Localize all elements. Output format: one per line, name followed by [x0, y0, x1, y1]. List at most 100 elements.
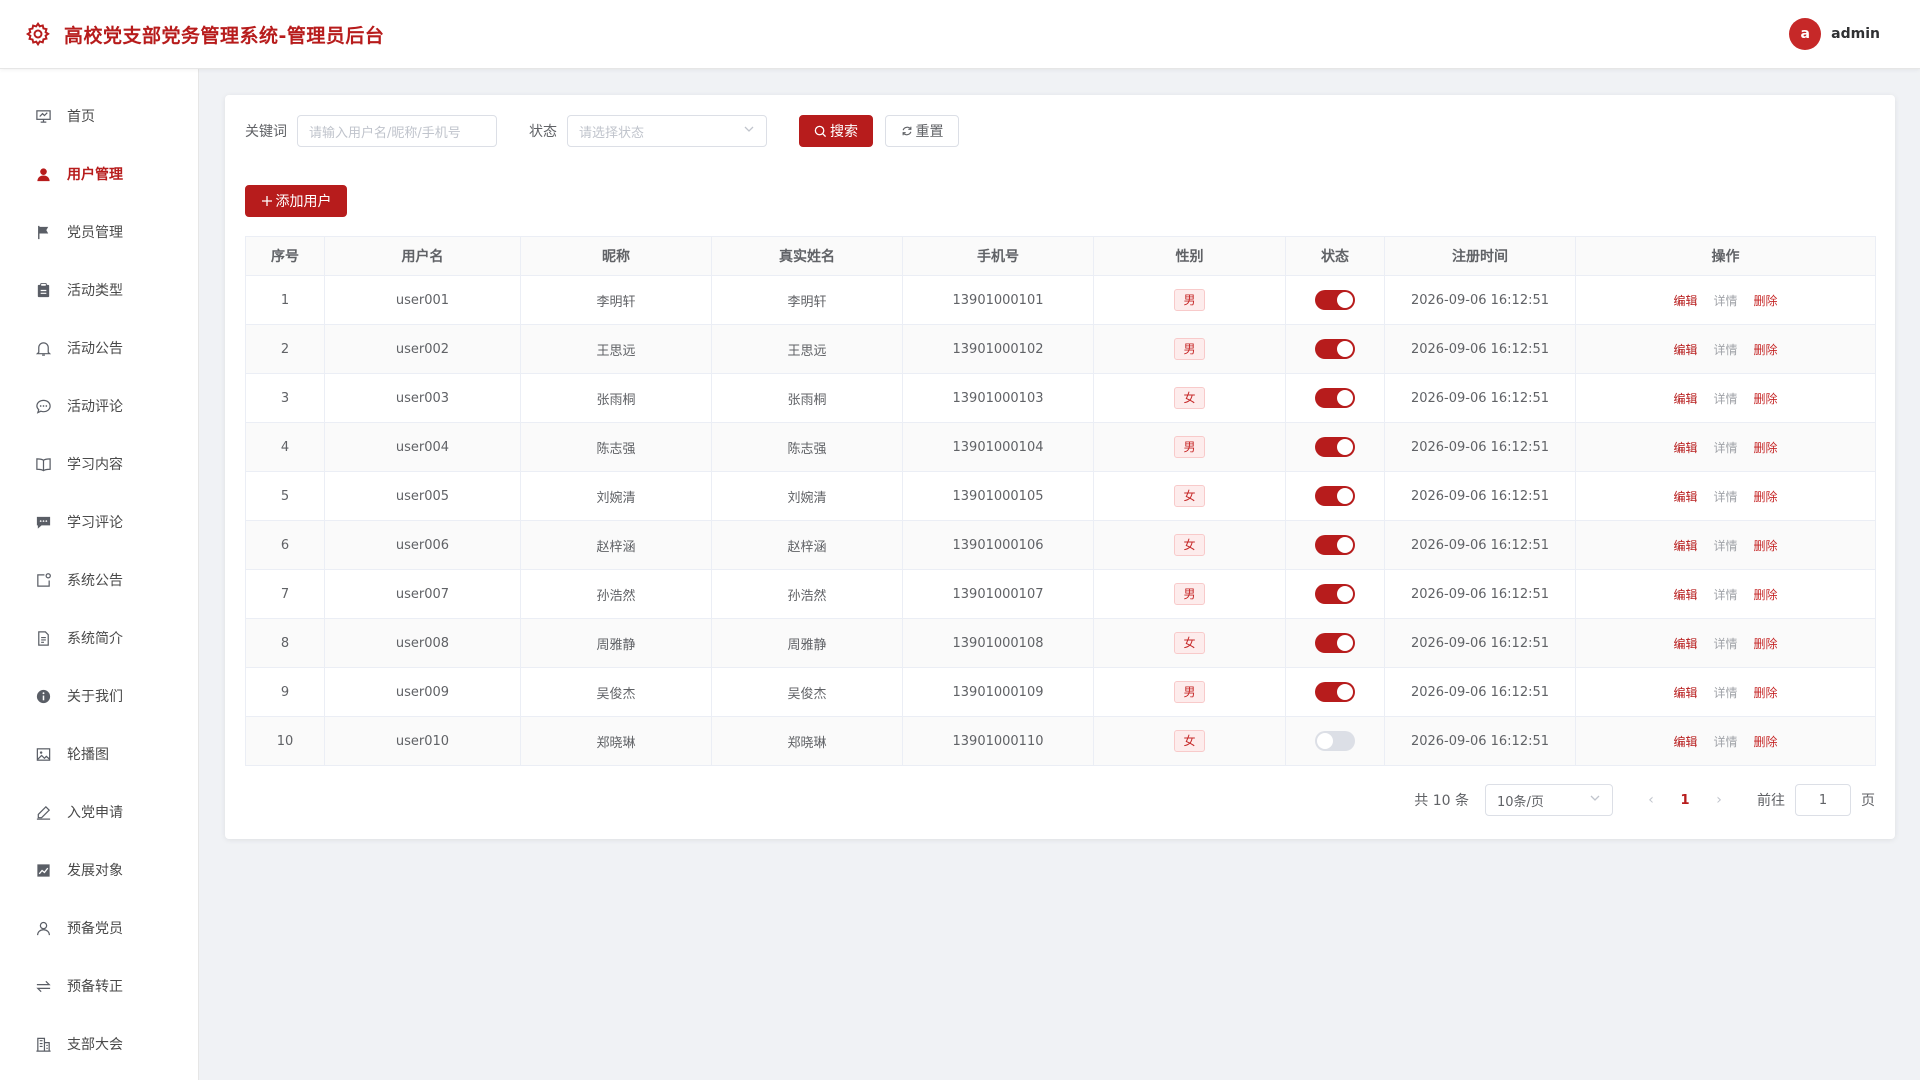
cell-actions: 编辑 详情 删除: [1575, 618, 1876, 668]
edit-button[interactable]: 编辑: [1673, 441, 1697, 455]
delete-button[interactable]: 删除: [1754, 539, 1778, 553]
sidebar-item[interactable]: 活动类型: [0, 261, 198, 319]
cell-phone: 13901000109: [902, 667, 1094, 717]
sidebar-item[interactable]: 首页: [0, 87, 198, 145]
app-title: 高校党支部党务管理系统-管理员后台: [64, 24, 385, 47]
edit-button[interactable]: 编辑: [1673, 490, 1697, 504]
sidebar-item[interactable]: 系统公告: [0, 551, 198, 609]
edit-button[interactable]: 编辑: [1673, 588, 1697, 602]
sidebar-item[interactable]: 党员管理: [0, 203, 198, 261]
detail-button[interactable]: 详情: [1713, 441, 1737, 455]
chevron-down-icon: [743, 123, 755, 139]
cell-status: [1285, 373, 1385, 423]
page-number-current[interactable]: 1: [1671, 793, 1699, 808]
sidebar-item[interactable]: 预备转正: [0, 957, 198, 1015]
edit-button[interactable]: 编辑: [1673, 735, 1697, 749]
status-select[interactable]: 请选择状态: [567, 115, 767, 147]
delete-button[interactable]: 删除: [1754, 637, 1778, 651]
book-icon: [34, 455, 52, 473]
delete-button[interactable]: 删除: [1754, 392, 1778, 406]
delete-button[interactable]: 删除: [1754, 294, 1778, 308]
cell-status: [1285, 716, 1385, 766]
column-header: 手机号: [902, 236, 1094, 276]
edit-button[interactable]: 编辑: [1673, 637, 1697, 651]
sidebar-item[interactable]: 学习评论: [0, 493, 198, 551]
delete-button[interactable]: 删除: [1754, 735, 1778, 749]
cell-nickname: 刘婉清: [520, 471, 712, 521]
status-toggle[interactable]: [1315, 486, 1355, 506]
sidebar-item[interactable]: 轮播图: [0, 725, 198, 783]
cell-nickname: 李明轩: [520, 275, 712, 325]
status-toggle[interactable]: [1315, 290, 1355, 310]
delete-button[interactable]: 删除: [1754, 441, 1778, 455]
status-toggle[interactable]: [1315, 339, 1355, 359]
detail-button[interactable]: 详情: [1713, 343, 1737, 357]
cell-username: user004: [324, 422, 521, 472]
status-toggle[interactable]: [1315, 584, 1355, 604]
detail-button[interactable]: 详情: [1713, 392, 1737, 406]
sidebar-item[interactable]: 用户管理: [0, 145, 198, 203]
sidebar-item-label: 轮播图: [67, 747, 109, 763]
edit-button[interactable]: 编辑: [1673, 392, 1697, 406]
edit-button[interactable]: 编辑: [1673, 294, 1697, 308]
edit-button[interactable]: 编辑: [1673, 539, 1697, 553]
table-row: 8 user008 周雅静 周雅静 13901000108 女 2026-09-06 16:…: [245, 618, 1876, 668]
cell-username: user010: [324, 716, 521, 766]
toggle-knob: [1337, 292, 1353, 308]
detail-button[interactable]: 详情: [1713, 735, 1737, 749]
cell-index: 10: [245, 716, 325, 766]
sidebar-item[interactable]: 活动评论: [0, 377, 198, 435]
status-toggle[interactable]: [1315, 731, 1355, 751]
cell-registered: 2026-09-06 16:12:51: [1384, 569, 1576, 619]
edit-button[interactable]: 编辑: [1673, 686, 1697, 700]
sidebar-item[interactable]: 支部大会: [0, 1015, 198, 1073]
sidebar-item[interactable]: 关于我们: [0, 667, 198, 725]
status-toggle[interactable]: [1315, 437, 1355, 457]
detail-button[interactable]: 详情: [1713, 490, 1737, 504]
username-label[interactable]: admin: [1831, 26, 1880, 42]
detail-button[interactable]: 详情: [1713, 686, 1737, 700]
status-toggle[interactable]: [1315, 388, 1355, 408]
toggle-knob: [1337, 537, 1353, 553]
gender-tag: 男: [1174, 338, 1205, 360]
detail-button[interactable]: 详情: [1713, 294, 1737, 308]
edit-button[interactable]: 编辑: [1673, 343, 1697, 357]
prev-page-button[interactable]: ‹: [1637, 792, 1665, 808]
detail-button[interactable]: 详情: [1713, 539, 1737, 553]
status-toggle[interactable]: [1315, 633, 1355, 653]
sidebar-item[interactable]: 活动公告: [0, 319, 198, 377]
delete-button[interactable]: 删除: [1754, 588, 1778, 602]
goto-page-input[interactable]: 1: [1795, 784, 1851, 816]
sidebar-item-label: 学习评论: [67, 515, 123, 531]
sidebar-item[interactable]: 预备党员: [0, 899, 198, 957]
filter-bar: 关键词 请输入用户名/昵称/手机号 状态 请选择状态 搜索 重置: [245, 115, 1875, 147]
cell-realname: 郑晓琳: [711, 716, 903, 766]
delete-button[interactable]: 删除: [1754, 490, 1778, 504]
sidebar-item[interactable]: 系统简介: [0, 609, 198, 667]
table-row: 4 user004 陈志强 陈志强 13901000104 男 2026-09-06 16:…: [245, 422, 1876, 472]
detail-button[interactable]: 详情: [1713, 637, 1737, 651]
reset-button[interactable]: 重置: [885, 115, 959, 147]
keyword-placeholder: 请输入用户名/昵称/手机号: [309, 125, 461, 141]
office-building-icon: [34, 1035, 52, 1053]
add-user-button[interactable]: 添加用户: [245, 185, 347, 217]
status-toggle[interactable]: [1315, 535, 1355, 555]
sidebar-item[interactable]: 入党申请: [0, 783, 198, 841]
search-button[interactable]: 搜索: [799, 115, 873, 147]
avatar[interactable]: a: [1789, 18, 1822, 50]
cell-index: 8: [245, 618, 325, 668]
user-menu[interactable]: a admin: [1789, 18, 1880, 50]
status-toggle[interactable]: [1315, 682, 1355, 702]
delete-button[interactable]: 删除: [1754, 686, 1778, 700]
gender-tag: 女: [1174, 534, 1205, 556]
detail-button[interactable]: 详情: [1713, 588, 1737, 602]
sidebar-item[interactable]: 学习内容: [0, 435, 198, 493]
cell-phone: 13901000105: [902, 471, 1094, 521]
page-size-select[interactable]: 10条/页: [1485, 784, 1613, 816]
next-page-button[interactable]: ›: [1705, 792, 1733, 808]
keyword-input[interactable]: 请输入用户名/昵称/手机号: [297, 115, 497, 147]
sidebar-item[interactable]: 发展对象: [0, 841, 198, 899]
cell-phone: 13901000108: [902, 618, 1094, 668]
cell-realname: 李明轩: [711, 275, 903, 325]
delete-button[interactable]: 删除: [1754, 343, 1778, 357]
